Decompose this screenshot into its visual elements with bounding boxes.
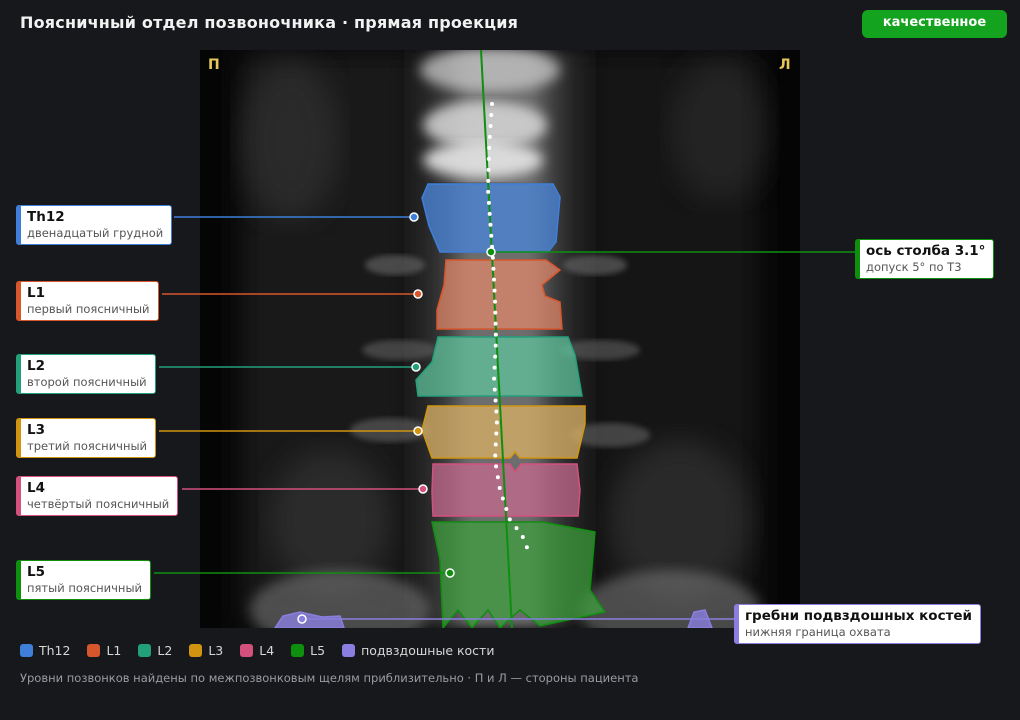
legend-label: подвздошные кости [361, 643, 495, 658]
callout-l3[interactable]: L3 третий поясничный [16, 418, 157, 458]
callout-l5-description: пятый поясничный [27, 581, 142, 595]
callout-th12[interactable]: Th12 двенадцатый грудной [16, 205, 173, 245]
iliac-crests-label: гребни подвздошных костей [745, 608, 973, 624]
callout-th12-description: двенадцатый грудной [27, 226, 164, 240]
callout-axis[interactable]: ось столба 3.1° допуск 5° по Т3 [855, 239, 995, 279]
legend-item-l4: L4 [240, 643, 274, 658]
callout-l5-label: L5 [27, 564, 45, 580]
legend-item-l3: L3 [189, 643, 223, 658]
legend-item-l1: L1 [87, 643, 121, 658]
patient-left-marker: Л [779, 57, 791, 73]
legend-swatch [342, 644, 356, 657]
callout-l4-label: L4 [27, 480, 45, 496]
callout-l4[interactable]: L4 четвёртый поясничный [16, 476, 179, 516]
patient-right-marker: П [208, 57, 220, 73]
vertebra-l1-mask [436, 259, 563, 330]
callout-l1[interactable]: L1 первый поясничный [16, 281, 159, 321]
legend-swatch [87, 644, 101, 657]
legend-label: L2 [157, 643, 173, 658]
callout-l1-label: L1 [27, 285, 45, 301]
callout-l3-label: L3 [27, 422, 45, 438]
legend-label: L4 [259, 643, 275, 658]
legend-swatch [291, 644, 305, 657]
legend-swatch [240, 644, 254, 657]
iliac-crests-description: нижняя граница охвата [745, 625, 891, 639]
callout-th12-label: Th12 [27, 209, 65, 225]
footnote: Уровни позвонков найдены по межпозвонков… [20, 671, 639, 685]
axis-angle-label: ось столба 3.1° [866, 243, 986, 259]
callout-l2[interactable]: L2 второй поясничный [16, 354, 156, 394]
legend-label: L1 [106, 643, 122, 658]
axis-tolerance-label: допуск 5° по Т3 [866, 260, 962, 274]
legend: Th12 L1 L2 L3 L4 L5 подвздошные кости [20, 643, 511, 658]
legend-swatch [20, 644, 33, 657]
legend-swatch [138, 644, 152, 657]
legend-label: Th12 [39, 643, 71, 658]
legend-item-l2: L2 [138, 643, 172, 658]
iliac-crest-right-mask [274, 611, 345, 628]
vertebra-l5-mask [431, 521, 607, 628]
legend-item-th12: Th12 [20, 643, 70, 658]
callout-l1-description: первый поясничный [27, 302, 150, 316]
legend-item-iliac: подвздошные кости [342, 643, 494, 658]
legend-swatch [189, 644, 203, 657]
legend-label: L5 [310, 643, 326, 658]
legend-label: L3 [208, 643, 224, 658]
callout-l2-description: второй поясничный [27, 375, 147, 389]
callout-iliac-crests[interactable]: гребни подвздошных костей нижняя граница… [734, 604, 982, 644]
callout-l2-label: L2 [27, 358, 45, 374]
vertebra-l3-mask [421, 405, 586, 459]
callout-l4-description: четвёртый поясничный [27, 497, 170, 511]
legend-item-l5: L5 [291, 643, 325, 658]
callout-l3-description: третий поясничный [27, 439, 148, 453]
callout-l5[interactable]: L5 пятый поясничный [16, 560, 151, 600]
